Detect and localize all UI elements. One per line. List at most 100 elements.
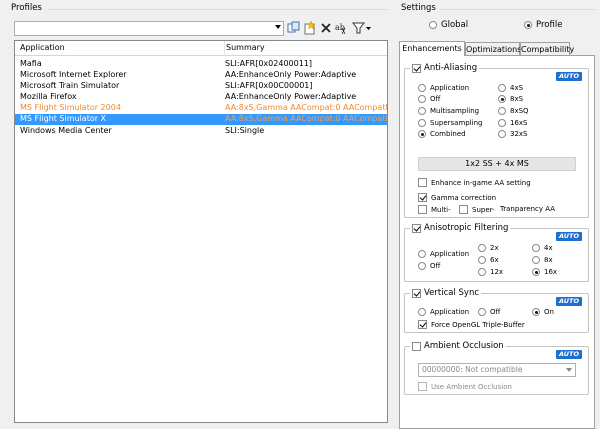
aa-mode-display: 1x2 SS + 4x MS <box>418 157 576 171</box>
vsync-option-label: Application <box>430 308 470 316</box>
anti-aliasing-checkbox[interactable] <box>412 63 421 73</box>
table-row[interactable]: Microsoft Train Simulator SLI:AFR[0x00C0… <box>15 81 387 91</box>
radio-circle <box>498 107 506 115</box>
af-level-8x[interactable]: 8x <box>532 256 553 264</box>
ambient-occlusion-combo-value: 00000000: Not compatible <box>422 365 523 374</box>
column-divider[interactable] <box>224 41 225 56</box>
af-level-16x[interactable]: 16x <box>532 268 557 276</box>
table-row[interactable]: Mozilla Firefox AA:EnhanceOnly Power:Ada… <box>15 92 387 102</box>
profiles-title: Profiles <box>11 3 42 13</box>
use-ambient-occlusion-checkbox[interactable]: Use Ambient Occlusion <box>418 382 512 391</box>
table-row-selected[interactable]: MS Flight Simulator X AA:8xS,Gamma AACom… <box>15 114 387 125</box>
vsync-application-radio[interactable]: Application <box>418 308 469 316</box>
radio-circle <box>532 256 540 264</box>
list-header: Application Summary <box>15 41 387 56</box>
column-header-application[interactable]: Application <box>20 43 65 52</box>
anisotropic-header[interactable]: Anisotropic Filtering <box>410 223 511 233</box>
aa-mode-application[interactable]: Application <box>418 84 469 92</box>
anti-aliasing-title: Anti-Aliasing <box>424 63 478 73</box>
scope-global-radio[interactable]: Global <box>429 20 468 30</box>
row-application: Mozilla Firefox <box>20 92 77 101</box>
radio-circle <box>429 21 437 29</box>
aa-mode-supersampling[interactable]: Supersampling <box>418 119 482 127</box>
spell-icon[interactable]: ab <box>335 21 349 35</box>
aa-mode-off[interactable]: Off <box>418 95 440 103</box>
aa-mode-combined[interactable]: Combined <box>418 130 466 138</box>
auto-badge[interactable]: AUTO <box>556 350 582 359</box>
new-icon[interactable] <box>303 21 317 35</box>
aa-level-8xsq[interactable]: 8xSQ <box>498 107 529 115</box>
anti-aliasing-header[interactable]: Anti-Aliasing <box>410 63 480 73</box>
aa-mode-multisampling[interactable]: Multisampling <box>418 107 479 115</box>
profile-list[interactable]: Application Summary Mafia SLI:AFR[0x0240… <box>14 40 388 423</box>
af-level-label: 8x <box>544 256 553 264</box>
table-row[interactable]: Microsoft Internet Explorer AA:EnhanceOn… <box>15 70 387 80</box>
vsync-on-radio[interactable]: On <box>532 308 554 316</box>
scope-profile-radio[interactable]: Profile <box>524 20 562 30</box>
radio-circle <box>418 84 426 92</box>
radio-circle <box>478 256 486 264</box>
copy-icon[interactable] <box>287 21 301 35</box>
table-row[interactable]: MS Flight Simulator 2004 AA:8xS,Gamma AA… <box>15 103 387 113</box>
af-level-4x[interactable]: 4x <box>532 244 553 252</box>
anisotropic-checkbox[interactable] <box>412 223 421 233</box>
row-summary: AA:EnhanceOnly Power:Adaptive <box>225 70 357 79</box>
aa-level-4xs[interactable]: 4xS <box>498 84 523 92</box>
settings-title: Settings <box>401 3 436 13</box>
radio-circle <box>498 130 506 138</box>
profile-combo[interactable] <box>14 21 284 36</box>
radio-circle <box>478 268 486 276</box>
column-header-summary[interactable]: Summary <box>226 43 265 52</box>
table-row[interactable]: Mafia SLI:AFR[0x02400011] <box>15 59 387 69</box>
checkbox-box <box>418 193 427 202</box>
filter-icon[interactable] <box>352 21 372 35</box>
af-mode-application[interactable]: Application <box>418 250 469 258</box>
delete-icon[interactable] <box>319 21 333 35</box>
af-level-2x[interactable]: 2x <box>478 244 499 252</box>
row-application: Mafia <box>20 59 42 68</box>
aa-level-8xs[interactable]: 8xS <box>498 95 523 103</box>
transparency-multi-checkbox[interactable]: Multi- <box>418 205 451 214</box>
transparency-super-checkbox[interactable]: Super- <box>459 205 495 214</box>
radio-circle <box>532 308 540 316</box>
transparency-super-label: Super- <box>472 205 495 214</box>
chevron-down-icon <box>566 368 572 372</box>
gamma-correction-checkbox[interactable]: Gamma correction <box>418 193 496 202</box>
radio-circle <box>524 21 532 29</box>
anisotropic-title: Anisotropic Filtering <box>424 223 509 233</box>
aa-level-16xs[interactable]: 16xS <box>498 119 528 127</box>
checkbox-box <box>418 382 427 391</box>
af-level-12x[interactable]: 12x <box>478 268 503 276</box>
aa-level-label: 8xSQ <box>510 107 529 115</box>
radio-circle <box>498 84 506 92</box>
af-level-6x[interactable]: 6x <box>478 256 499 264</box>
row-summary: AA:8xS,Gamma AACompat:0 AACompatDX <box>225 103 387 112</box>
tab-enhancements[interactable]: Enhancements <box>399 41 465 56</box>
ambient-occlusion-header[interactable]: Ambient Occlusion <box>410 341 506 351</box>
tab-optimizations[interactable]: Optimizations <box>465 42 521 56</box>
row-summary: AA:8xS,Gamma AACompat:0 AACompatDX <box>225 114 387 123</box>
radio-circle <box>418 130 426 138</box>
af-mode-off[interactable]: Off <box>418 262 440 270</box>
auto-badge[interactable]: AUTO <box>556 297 582 306</box>
row-summary: AA:EnhanceOnly Power:Adaptive <box>225 92 357 101</box>
vsync-checkbox[interactable] <box>412 288 421 298</box>
enhance-in-game-checkbox[interactable]: Enhance in-game AA setting <box>418 178 531 187</box>
gamma-correction-label: Gamma correction <box>431 193 497 202</box>
vsync-off-radio[interactable]: Off <box>478 308 500 316</box>
aa-mode-label: Supersampling <box>430 119 483 127</box>
triple-buffer-checkbox[interactable]: Force OpenGL Triple-Buffer <box>418 320 525 329</box>
auto-badge[interactable]: AUTO <box>556 72 582 81</box>
table-row[interactable]: Windows Media Center SLI:Single <box>15 126 387 136</box>
tab-compatibility[interactable]: Compatibility <box>520 42 574 56</box>
radio-circle <box>418 308 426 316</box>
row-summary: SLI:AFR[0x00C00001] <box>225 81 313 90</box>
row-summary: SLI:Single <box>225 126 265 135</box>
ambient-occlusion-checkbox[interactable] <box>412 341 421 351</box>
auto-badge[interactable]: AUTO <box>556 232 582 241</box>
radio-circle <box>418 107 426 115</box>
radio-circle <box>532 268 540 276</box>
aa-level-32xs[interactable]: 32xS <box>498 130 528 138</box>
vsync-header[interactable]: Vertical Sync <box>410 288 482 298</box>
ambient-occlusion-combo[interactable]: 00000000: Not compatible <box>418 363 576 377</box>
